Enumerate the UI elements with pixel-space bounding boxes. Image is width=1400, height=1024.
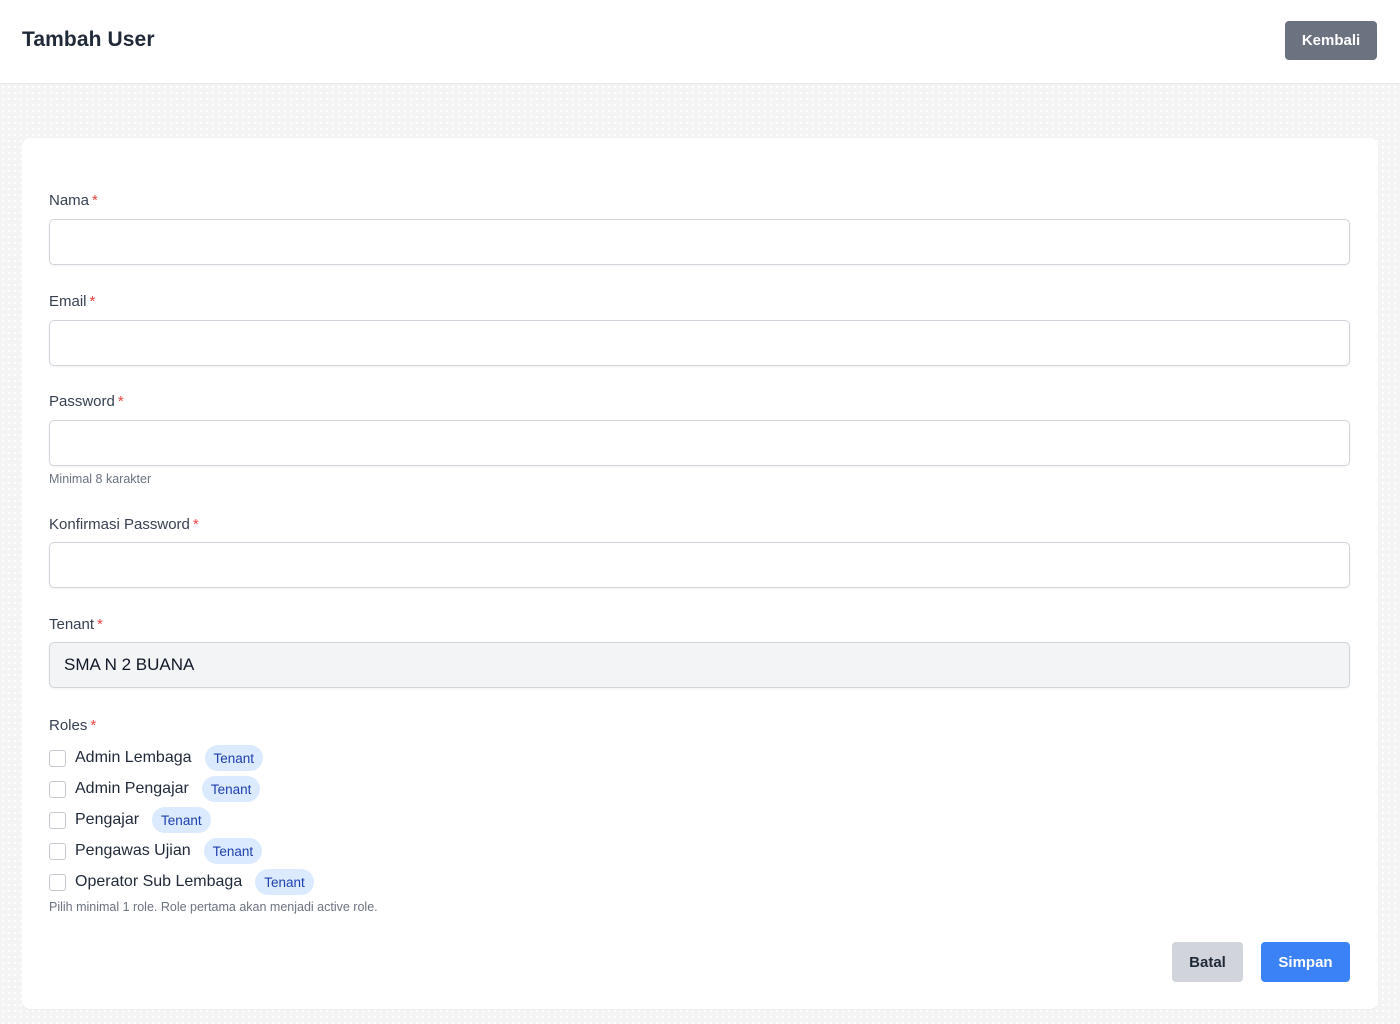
email-label-text: Email — [49, 293, 87, 310]
tenant-label: Tenant * — [49, 616, 103, 633]
role-checkbox[interactable] — [49, 749, 66, 767]
role-checkbox[interactable] — [49, 811, 66, 829]
role-option-admin-pengajar[interactable]: Admin Pengajar Tenant — [49, 776, 261, 802]
page-title: Tambah User — [22, 28, 155, 51]
password-label-text: Password — [49, 393, 115, 410]
role-name: Pengawas Ujian — [75, 842, 191, 859]
nama-label: Nama * — [49, 192, 98, 209]
roles-label-text: Roles — [49, 717, 88, 734]
required-mark: * — [90, 717, 97, 734]
required-mark: * — [97, 616, 103, 633]
role-option-operator-sub-lembaga[interactable]: Operator Sub Lembaga Tenant — [49, 869, 314, 895]
tenant-badge: Tenant — [152, 807, 211, 833]
role-name: Admin Lembaga — [75, 749, 192, 766]
role-checkbox[interactable] — [49, 873, 66, 891]
back-button[interactable]: Kembali — [1285, 21, 1377, 60]
tenant-badge: Tenant — [201, 776, 261, 802]
required-mark: * — [117, 393, 124, 410]
required-mark: * — [89, 293, 96, 310]
konfirmasi-password-label: Konfirmasi Password * — [49, 516, 199, 533]
nama-input[interactable] — [49, 219, 1350, 265]
role-checkbox[interactable] — [49, 842, 66, 860]
konfirmasi-label-text: Konfirmasi Password — [49, 516, 190, 533]
email-input[interactable] — [49, 320, 1350, 366]
password-hint: Minimal 8 karakter — [49, 472, 152, 486]
tenant-badge: Tenant — [203, 838, 263, 864]
tenant-input — [49, 642, 1350, 688]
save-button[interactable]: Simpan — [1261, 942, 1350, 982]
required-mark: * — [192, 516, 199, 533]
role-option-admin-lembaga[interactable]: Admin Lembaga Tenant — [49, 745, 264, 771]
tenant-label-text: Tenant — [49, 616, 95, 633]
password-label: Password * — [49, 393, 124, 410]
role-name: Pengajar — [75, 811, 140, 828]
role-option-pengawas-ujian[interactable]: Pengawas Ujian Tenant — [49, 838, 263, 864]
role-name: Admin Pengajar — [75, 780, 189, 797]
roles-hint: Pilih minimal 1 role. Role pertama akan … — [49, 900, 378, 914]
email-label: Email * — [49, 293, 95, 310]
cancel-button[interactable]: Batal — [1172, 942, 1243, 982]
roles-label: Roles * — [49, 717, 96, 734]
konfirmasi-password-input[interactable] — [49, 542, 1350, 588]
role-name: Operator Sub Lembaga — [75, 873, 243, 890]
required-mark: * — [92, 192, 98, 209]
role-option-pengajar[interactable]: Pengajar Tenant — [49, 807, 211, 833]
password-input[interactable] — [49, 420, 1350, 466]
nama-label-text: Nama — [49, 192, 90, 209]
form-card: Nama * Email * Password * Minimal 8 karakte… — [22, 138, 1378, 1009]
role-checkbox[interactable] — [49, 780, 66, 798]
tenant-badge: Tenant — [255, 869, 314, 895]
tenant-badge: Tenant — [204, 745, 264, 771]
top-bar: Tambah User Kembali — [0, 0, 1400, 84]
